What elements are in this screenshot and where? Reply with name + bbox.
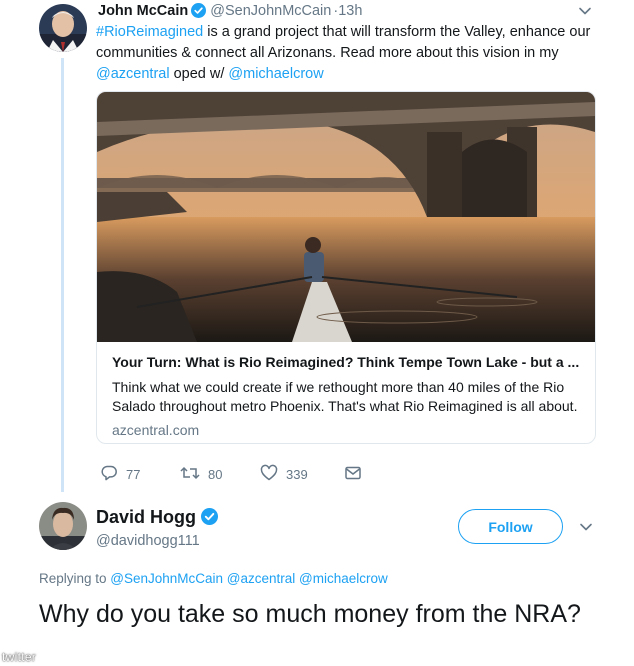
tweet-timestamp[interactable]: ·13h [333, 3, 362, 19]
mention-link-michaelcrow[interactable]: @michaelcrow [228, 66, 323, 82]
replying-to-mentions[interactable]: @SenJohnMcCain @azcentral @michaelcrow [110, 571, 387, 586]
tweet1-text: #RioReimagined is a grand project that w… [96, 22, 596, 85]
author-handle[interactable]: @davidhogg111 [96, 533, 200, 549]
direct-message-action[interactable] [344, 464, 362, 485]
retweet-action[interactable]: 80 [180, 464, 260, 485]
chevron-down-icon[interactable] [578, 4, 592, 23]
like-count: 339 [286, 466, 308, 482]
retweet-count: 80 [208, 466, 223, 482]
verified-badge-icon [191, 3, 207, 22]
retweet-icon[interactable] [180, 464, 200, 485]
replying-to-label: Replying to [39, 571, 111, 586]
reply-action[interactable]: 77 [100, 464, 180, 485]
card-body: Your Turn: What is Rio Reimagined? Think… [112, 354, 587, 438]
author-name[interactable]: David Hogg [96, 507, 196, 527]
twitter-watermark: twitter [2, 650, 37, 664]
card-domain: azcentral.com [112, 422, 200, 438]
card-image-bridge-rower [97, 92, 595, 342]
card-title[interactable]: Your Turn: What is Rio Reimagined? Think… [112, 354, 587, 370]
reply-count: 77 [126, 466, 141, 482]
thread-connector-line [61, 58, 64, 492]
reply-icon[interactable] [100, 464, 118, 485]
verified-badge-icon [201, 508, 219, 530]
tweet1-action-bar: 77 80 339 [100, 464, 362, 484]
tweet1-header: John McCain @SenJohnMcCain ·13h [98, 3, 362, 22]
avatar-john-mccain[interactable] [39, 4, 87, 52]
link-preview-card[interactable]: Your Turn: What is Rio Reimagined? Think… [96, 91, 596, 444]
tweet2-text: Why do you take so much money from the N… [39, 600, 581, 628]
tweet-text-segment: oped w/ [169, 66, 229, 82]
chevron-down-icon[interactable] [579, 520, 593, 539]
tweet2-author-header: David Hogg [96, 507, 219, 530]
hashtag-link[interactable]: #RioReimagined [96, 24, 203, 40]
heart-icon[interactable] [260, 464, 278, 485]
card-description: Think what we could create if we rethoug… [112, 379, 578, 414]
mention-link-azcentral[interactable]: @azcentral [96, 66, 170, 82]
avatar-david-hogg[interactable] [39, 502, 87, 550]
follow-button[interactable]: Follow [458, 509, 563, 544]
author-name[interactable]: John McCain [98, 3, 188, 19]
replying-to-line: Replying to @SenJohnMcCain @azcentral @m… [39, 571, 388, 586]
envelope-icon[interactable] [344, 464, 362, 485]
author-handle[interactable]: @SenJohnMcCain [210, 3, 331, 19]
like-action[interactable]: 339 [260, 464, 344, 485]
